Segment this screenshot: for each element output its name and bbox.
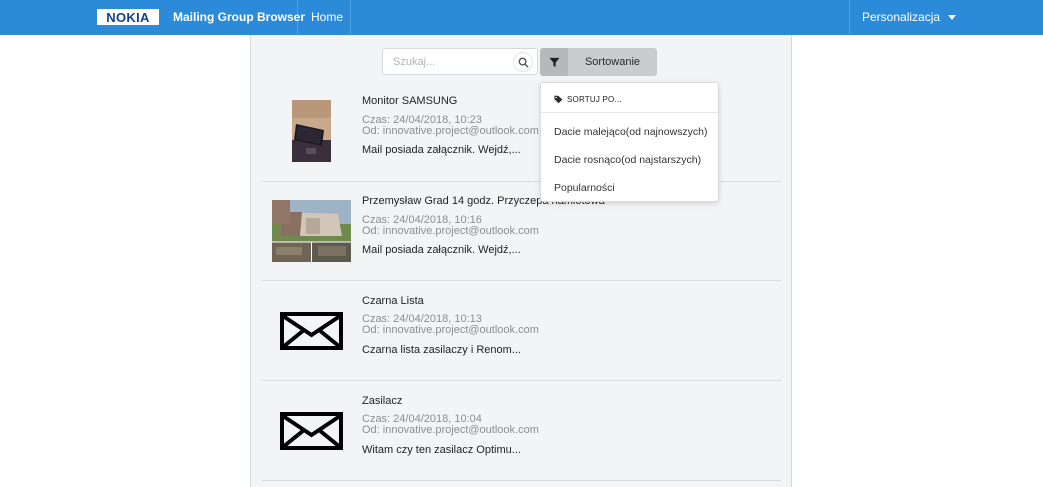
mail-title: Czarna Lista — [362, 295, 424, 307]
sort-button[interactable]: Sortowanie — [540, 48, 657, 76]
mail-divider — [262, 480, 781, 481]
sort-option-date-desc[interactable]: Dacie malejąco(od najnowszych) — [554, 126, 708, 138]
search-icon — [518, 57, 529, 68]
mail-divider — [262, 380, 781, 381]
search-input[interactable] — [393, 54, 508, 70]
mail-sender: Od: innovative.project@outlook.com — [362, 424, 539, 436]
filter-icon-wrap — [540, 48, 568, 76]
nokia-logo[interactable]: NOKIA — [97, 9, 159, 25]
tag-icon — [554, 95, 563, 104]
logo-text: NOKIA — [106, 9, 150, 25]
mail-item[interactable]: Zasilacz Czas: 24/04/2018, 10:04 Od: inn… — [262, 382, 781, 482]
mail-title: Zasilacz — [362, 395, 403, 407]
nav-divider — [350, 0, 351, 35]
top-navbar: NOKIA Mailing Group Browser Home Persona… — [0, 0, 1043, 35]
mail-preview: Mail posiada załącznik. Wejdź,... — [362, 244, 521, 256]
filter-icon — [548, 57, 560, 67]
mail-item[interactable]: Czarna Lista Czas: 24/04/2018, 10:13 Od:… — [262, 282, 781, 382]
search-button[interactable] — [513, 52, 533, 72]
sort-button-label: Sortowanie — [584, 56, 641, 68]
mail-preview: Mail posiada załącznik. Wejdź,... — [362, 144, 521, 156]
sort-option-date-asc[interactable]: Dacie rosnąco(od najstarszych) — [554, 154, 701, 166]
sort-dropdown-header: SORTUJ PO... — [554, 95, 622, 104]
mail-title: Monitor SAMSUNG — [362, 95, 458, 107]
nav-divider — [849, 0, 850, 35]
mail-sender: Od: innovative.project@outlook.com — [362, 225, 539, 237]
nav-home-link[interactable]: Home — [311, 10, 343, 24]
envelope-icon — [280, 312, 343, 350]
nav-divider — [297, 0, 298, 35]
mail-sender: Od: innovative.project@outlook.com — [362, 324, 539, 336]
sort-option-popularity[interactable]: Popularności — [554, 182, 615, 194]
mail-sender: Od: innovative.project@outlook.com — [362, 125, 539, 137]
sort-header-text: SORTUJ PO... — [567, 95, 622, 104]
mail-divider — [262, 280, 781, 281]
sort-dropdown-menu: SORTUJ PO... Dacie malejąco(od najnowszy… — [540, 82, 719, 202]
personalize-dropdown[interactable]: Personalizacja — [862, 10, 957, 24]
mail-thumbnail-monitor — [292, 100, 331, 162]
envelope-icon — [280, 412, 343, 450]
mail-thumbnail-trailer — [272, 200, 351, 262]
personalize-label: Personalizacja — [862, 10, 941, 24]
dropdown-divider — [541, 112, 718, 113]
caret-down-icon — [948, 14, 957, 20]
mail-preview: Czarna lista zasilaczy i Renom... — [362, 344, 521, 356]
mail-preview: Witam czy ten zasilacz Optimu... — [362, 444, 521, 456]
app-brand[interactable]: Mailing Group Browser — [173, 10, 305, 24]
